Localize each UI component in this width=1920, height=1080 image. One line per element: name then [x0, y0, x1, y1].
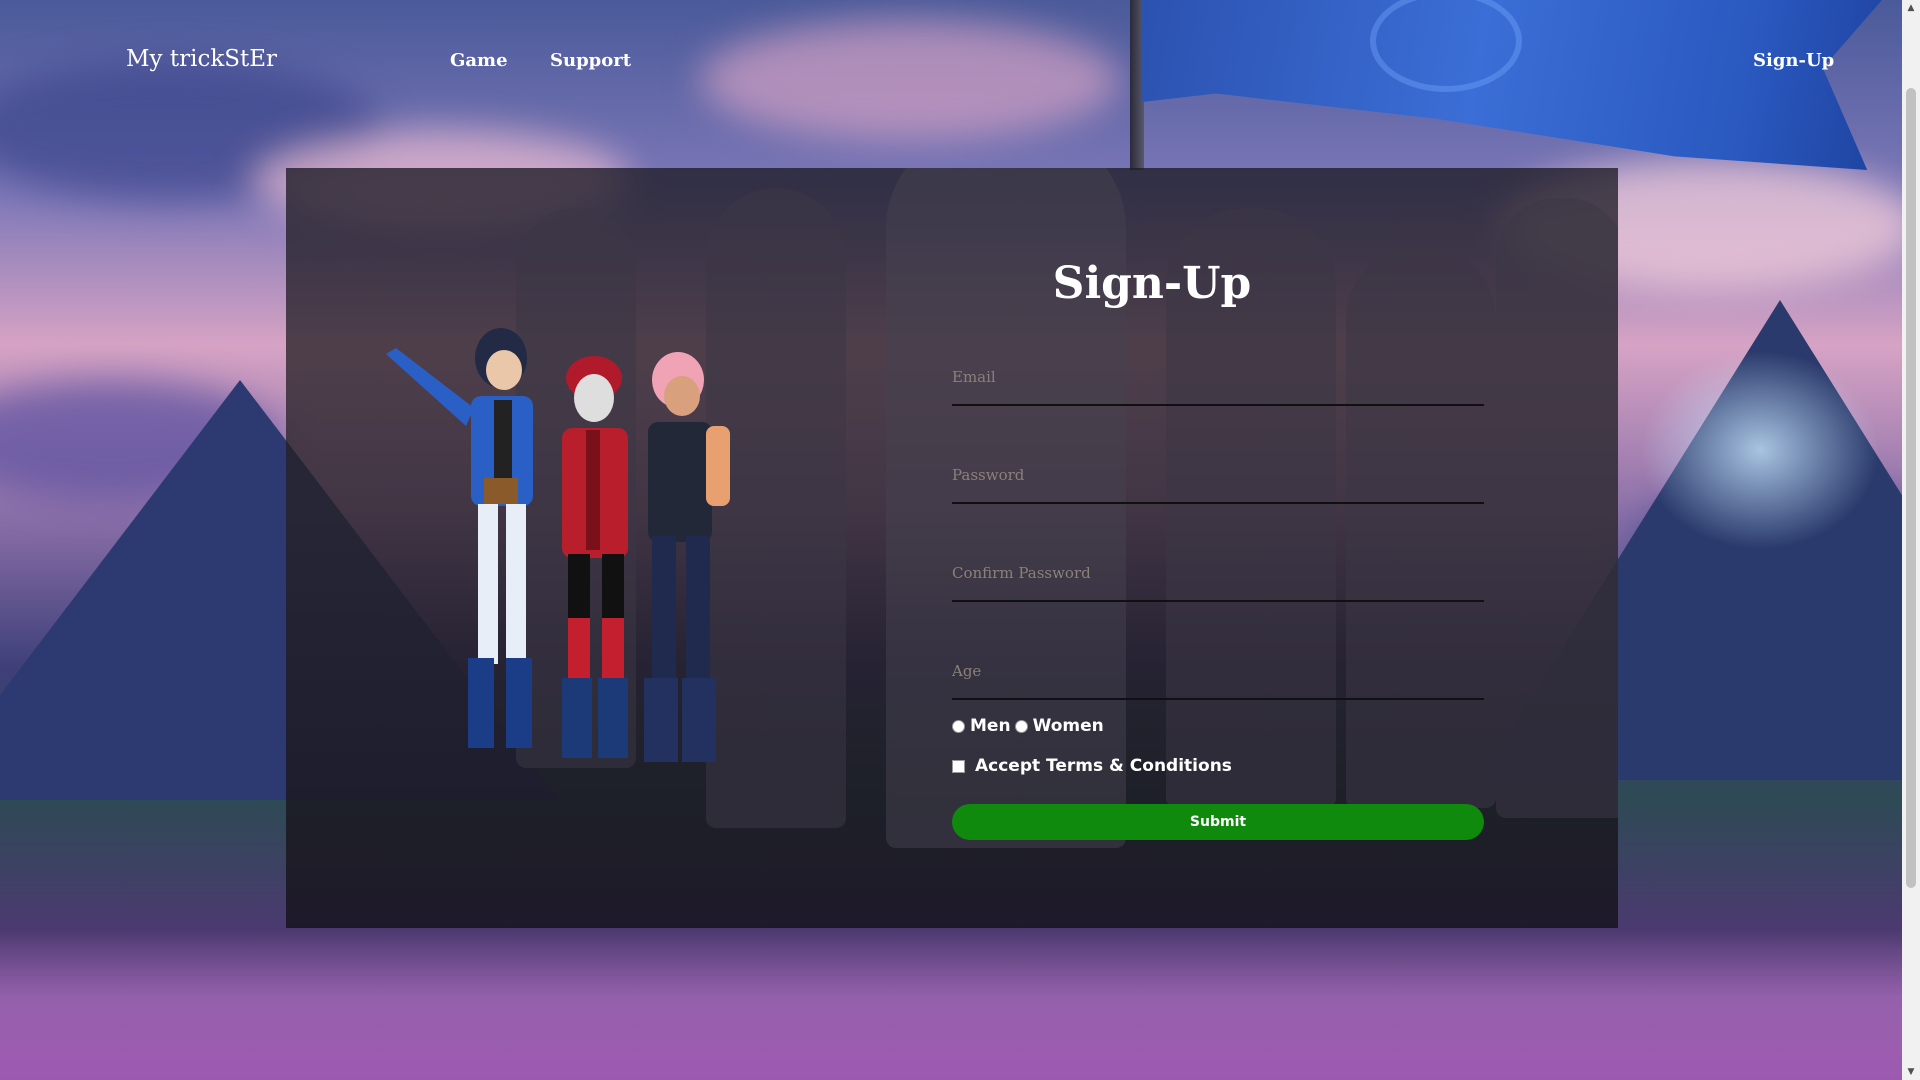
gender-radio-group: Men Women [952, 716, 1108, 736]
nav-link-support[interactable]: Support [550, 50, 631, 71]
gender-women-label: Women [1032, 716, 1104, 736]
scrollbar-thumb[interactable] [1906, 88, 1916, 888]
email-field[interactable] [952, 348, 1484, 406]
signup-panel: Sign-Up Men Women Accept Terms & Conditi… [286, 168, 1618, 928]
form-title: Sign-Up [1052, 258, 1252, 309]
password-field[interactable] [952, 446, 1484, 504]
confirm-password-field[interactable] [952, 544, 1484, 602]
terms-checkbox[interactable] [952, 759, 965, 773]
confirm-password-input[interactable] [952, 544, 1484, 600]
terms-row: Accept Terms & Conditions [952, 756, 1232, 776]
scroll-down-arrow-icon[interactable]: ▼ [1902, 1064, 1920, 1080]
character-silhouette [1346, 248, 1496, 808]
grass-field [0, 930, 1902, 1080]
character-silhouette [1496, 198, 1618, 818]
scroll-up-arrow-icon[interactable]: ▲ [1902, 0, 1920, 16]
gender-women-radio[interactable] [1014, 719, 1028, 733]
page-scrollbar[interactable]: ▲ ▼ [1902, 0, 1920, 1080]
gender-men-radio[interactable] [952, 719, 965, 733]
brand-logo[interactable]: My trickStEr [126, 46, 277, 72]
light-flare [1640, 350, 1880, 550]
email-input[interactable] [952, 348, 1484, 404]
submit-button[interactable]: Submit [952, 804, 1484, 840]
terms-label: Accept Terms & Conditions [975, 756, 1232, 776]
hero-characters-illustration [386, 328, 730, 762]
nav-link-game[interactable]: Game [450, 50, 508, 71]
age-field[interactable] [952, 642, 1484, 700]
password-input[interactable] [952, 446, 1484, 502]
gender-men-label: Men [970, 716, 1011, 736]
nav-link-signup[interactable]: Sign-Up [1753, 50, 1834, 71]
top-nav: My trickStEr Game Support Sign-Up [0, 0, 1902, 124]
age-input[interactable] [952, 642, 1484, 698]
